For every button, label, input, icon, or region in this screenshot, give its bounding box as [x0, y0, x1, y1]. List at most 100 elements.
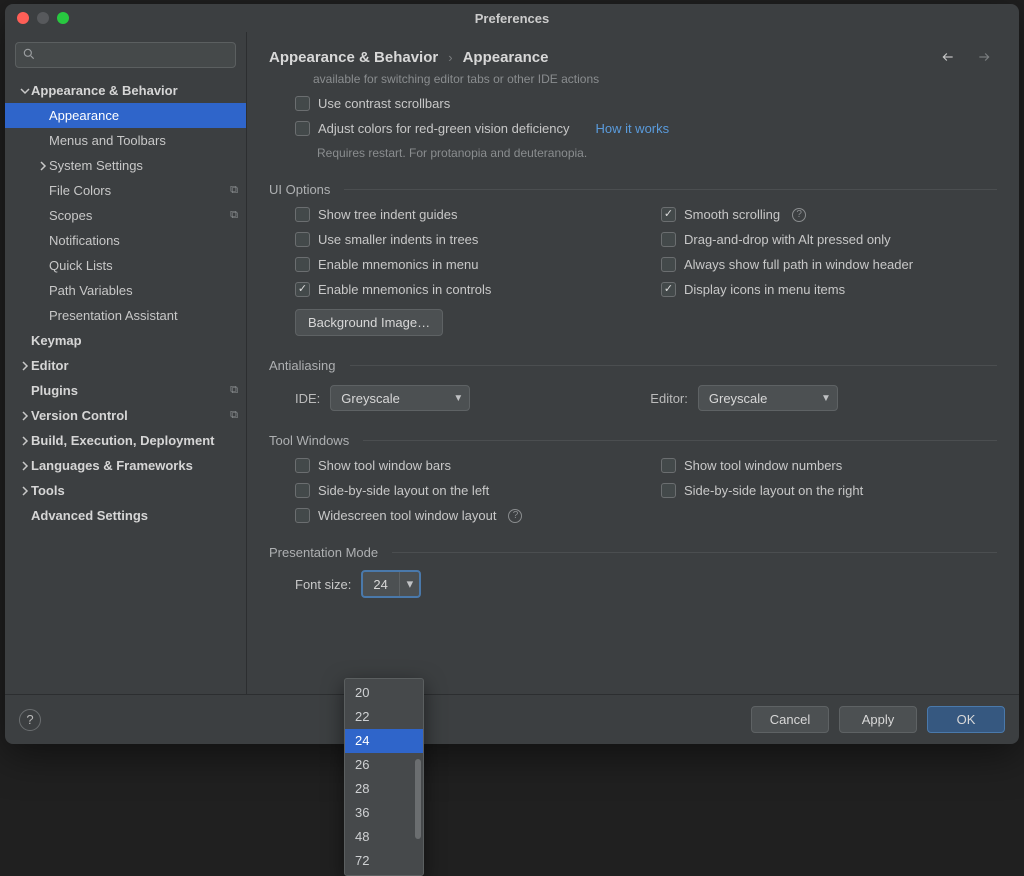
- scrollbar[interactable]: [415, 759, 421, 839]
- sidebar-item[interactable]: Appearance & Behavior: [5, 78, 246, 103]
- dropdown-item[interactable]: 72: [345, 849, 423, 873]
- project-badge-icon: ⧉: [224, 184, 238, 197]
- sidebar-item-label: Plugins: [31, 383, 224, 398]
- settings-tree[interactable]: Appearance & BehaviorAppearanceMenus and…: [5, 74, 246, 694]
- option[interactable]: Display icons in menu items: [661, 282, 997, 297]
- dropdown-item[interactable]: 20: [345, 681, 423, 705]
- minimize-window-button[interactable]: [37, 12, 49, 24]
- chevron-right-icon[interactable]: [19, 486, 31, 496]
- ok-button[interactable]: OK: [927, 706, 1005, 733]
- option[interactable]: Show tool window bars: [295, 458, 631, 473]
- sidebar-item[interactable]: Keymap: [5, 328, 246, 353]
- checkbox[interactable]: [661, 207, 676, 222]
- option[interactable]: Drag-and-drop with Alt pressed only: [661, 232, 997, 247]
- option[interactable]: Widescreen tool window layout?: [295, 508, 631, 523]
- font-size-dropdown[interactable]: 2022242628364872: [344, 678, 424, 876]
- dropdown-item[interactable]: 22: [345, 705, 423, 729]
- chevron-down-icon: ▼: [453, 393, 463, 404]
- checkbox[interactable]: [295, 257, 310, 272]
- dropdown-item[interactable]: 28: [345, 777, 423, 801]
- chevron-down-icon[interactable]: ▾: [399, 572, 419, 596]
- chevron-right-icon[interactable]: [19, 436, 31, 446]
- option[interactable]: Side-by-side layout on the right: [661, 483, 997, 498]
- option-label: Side-by-side layout on the left: [318, 483, 489, 498]
- cancel-button[interactable]: Cancel: [751, 706, 829, 733]
- dropdown-item[interactable]: 36: [345, 801, 423, 825]
- sidebar-item[interactable]: Scopes⧉: [5, 203, 246, 228]
- checkbox[interactable]: [661, 257, 676, 272]
- nav-back-button[interactable]: [935, 46, 961, 68]
- use-contrast-scrollbars-option[interactable]: Use contrast scrollbars: [295, 96, 997, 111]
- option-label: Enable mnemonics in menu: [318, 257, 478, 272]
- breadcrumb-group[interactable]: Appearance & Behavior: [269, 49, 438, 66]
- sidebar-item[interactable]: Plugins⧉: [5, 378, 246, 403]
- sidebar-item[interactable]: Notifications: [5, 228, 246, 253]
- chevron-down-icon[interactable]: [19, 86, 31, 96]
- dropdown-item[interactable]: 48: [345, 825, 423, 849]
- chevron-right-icon[interactable]: [19, 361, 31, 371]
- sidebar-item[interactable]: Editor: [5, 353, 246, 378]
- sidebar-item[interactable]: Path Variables: [5, 278, 246, 303]
- checkbox[interactable]: [295, 508, 310, 523]
- settings-pane[interactable]: available for switching editor tabs or o…: [247, 72, 1019, 694]
- help-button[interactable]: ?: [19, 709, 41, 731]
- info-icon[interactable]: ?: [792, 208, 806, 222]
- sidebar-item[interactable]: Languages & Frameworks: [5, 453, 246, 478]
- option[interactable]: Enable mnemonics in controls: [295, 282, 631, 297]
- checkbox[interactable]: [295, 232, 310, 247]
- sidebar-item-label: System Settings: [49, 158, 224, 173]
- color-deficiency-option[interactable]: Adjust colors for red-green vision defic…: [295, 121, 997, 136]
- option[interactable]: Use smaller indents in trees: [295, 232, 631, 247]
- restart-note: Requires restart. For protanopia and deu…: [295, 146, 997, 160]
- sidebar-item[interactable]: File Colors⧉: [5, 178, 246, 203]
- checkbox[interactable]: [661, 232, 676, 247]
- sidebar-item[interactable]: Advanced Settings: [5, 503, 246, 528]
- sidebar-item[interactable]: Menus and Toolbars: [5, 128, 246, 153]
- checkbox[interactable]: [295, 483, 310, 498]
- search-container: [15, 42, 236, 68]
- sidebar-item[interactable]: Quick Lists: [5, 253, 246, 278]
- option[interactable]: Show tree indent guides: [295, 207, 631, 222]
- option-label: Adjust colors for red-green vision defic…: [318, 121, 569, 136]
- ide-aa-select[interactable]: Greyscale ▼: [330, 385, 470, 411]
- checkbox[interactable]: [661, 458, 676, 473]
- close-window-button[interactable]: [17, 12, 29, 24]
- sidebar-item[interactable]: Presentation Assistant: [5, 303, 246, 328]
- chevron-right-icon[interactable]: [19, 411, 31, 421]
- dropdown-item[interactable]: 24: [345, 729, 423, 753]
- checkbox[interactable]: [295, 96, 310, 111]
- info-icon[interactable]: ?: [508, 509, 522, 523]
- apply-button[interactable]: Apply: [839, 706, 917, 733]
- checkbox[interactable]: [295, 282, 310, 297]
- dropdown-item[interactable]: 26: [345, 753, 423, 777]
- select-value: Greyscale: [709, 391, 768, 406]
- option[interactable]: Always show full path in window header: [661, 257, 997, 272]
- checkbox[interactable]: [295, 121, 310, 136]
- font-size-combobox[interactable]: 24 ▾: [361, 570, 421, 598]
- search-input[interactable]: [15, 42, 236, 68]
- option-label: Show tool window numbers: [684, 458, 842, 473]
- zoom-window-button[interactable]: [57, 12, 69, 24]
- sidebar-item[interactable]: Tools: [5, 478, 246, 503]
- chevron-right-icon[interactable]: [19, 461, 31, 471]
- option[interactable]: Side-by-side layout on the left: [295, 483, 631, 498]
- breadcrumb: Appearance & Behavior › Appearance: [247, 32, 1019, 72]
- checkbox[interactable]: [295, 207, 310, 222]
- select-value: Greyscale: [341, 391, 400, 406]
- checkbox[interactable]: [295, 458, 310, 473]
- option[interactable]: Enable mnemonics in menu: [295, 257, 631, 272]
- sidebar-item[interactable]: Version Control⧉: [5, 403, 246, 428]
- sidebar-item[interactable]: System Settings: [5, 153, 246, 178]
- option[interactable]: Show tool window numbers: [661, 458, 997, 473]
- checkbox[interactable]: [661, 282, 676, 297]
- editor-aa-select[interactable]: Greyscale ▼: [698, 385, 838, 411]
- sidebar-item[interactable]: Build, Execution, Deployment: [5, 428, 246, 453]
- nav-forward-button[interactable]: [971, 46, 997, 68]
- sidebar-item[interactable]: Appearance: [5, 103, 246, 128]
- background-image-button[interactable]: Background Image…: [295, 309, 443, 336]
- chevron-right-icon[interactable]: [37, 161, 49, 171]
- editor-aa-label: Editor:: [650, 391, 688, 406]
- option[interactable]: Smooth scrolling?: [661, 207, 997, 222]
- checkbox[interactable]: [661, 483, 676, 498]
- how-it-works-link[interactable]: How it works: [595, 121, 669, 136]
